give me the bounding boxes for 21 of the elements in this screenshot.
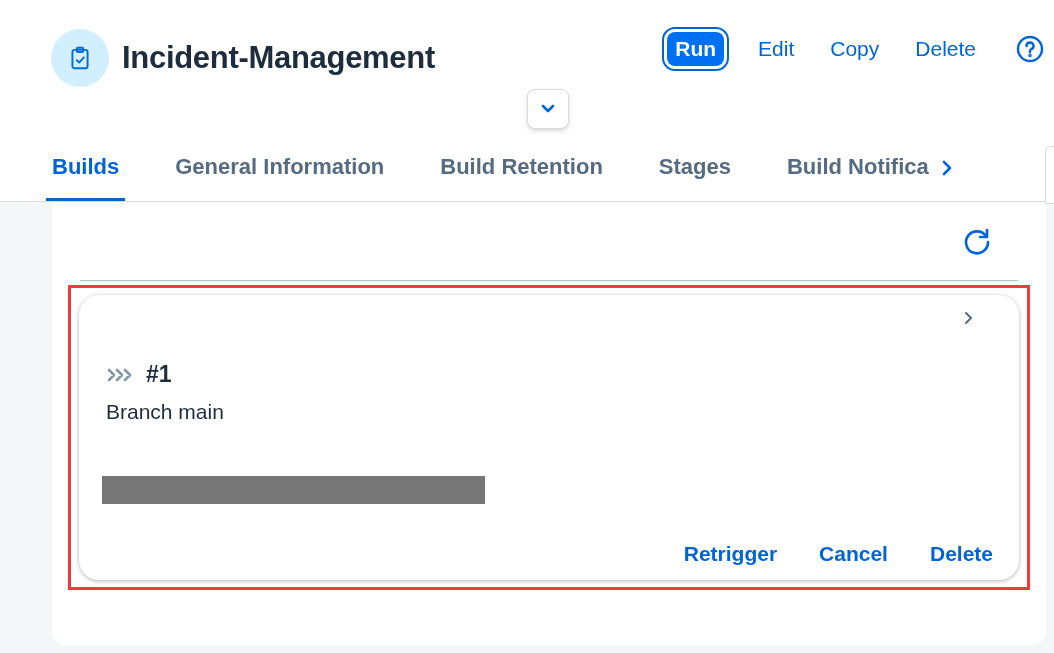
chevron-right-icon[interactable] xyxy=(963,311,973,325)
card-action-link[interactable]: Cancel xyxy=(819,542,888,566)
chevron-right-icon[interactable] xyxy=(940,159,953,177)
build-card[interactable]: #1 Branch main Retrigger Cancel Delete xyxy=(79,295,1019,580)
build-number: #1 xyxy=(146,361,172,388)
refresh-icon[interactable] xyxy=(962,226,992,256)
chevron-down-icon xyxy=(540,103,556,115)
tab[interactable]: Stages xyxy=(652,154,737,201)
card-action-link[interactable]: Retrigger xyxy=(683,542,778,566)
tab[interactable]: Build Retention xyxy=(434,154,609,201)
header-button[interactable]: Delete xyxy=(907,31,984,67)
branch-label: Branch main xyxy=(106,400,225,424)
page-title: Incident-Management xyxy=(122,40,435,76)
triple-chevron-icon xyxy=(106,366,134,383)
help-icon[interactable] xyxy=(1016,35,1044,63)
header-button[interactable]: Copy xyxy=(822,31,888,67)
header-button[interactable]: Edit xyxy=(750,31,803,67)
tab[interactable]: General Information xyxy=(169,154,391,201)
collapse-header-button[interactable] xyxy=(527,89,569,129)
tab[interactable]: Build Notifica xyxy=(781,154,935,201)
card-action-link[interactable]: Delete xyxy=(929,542,993,566)
